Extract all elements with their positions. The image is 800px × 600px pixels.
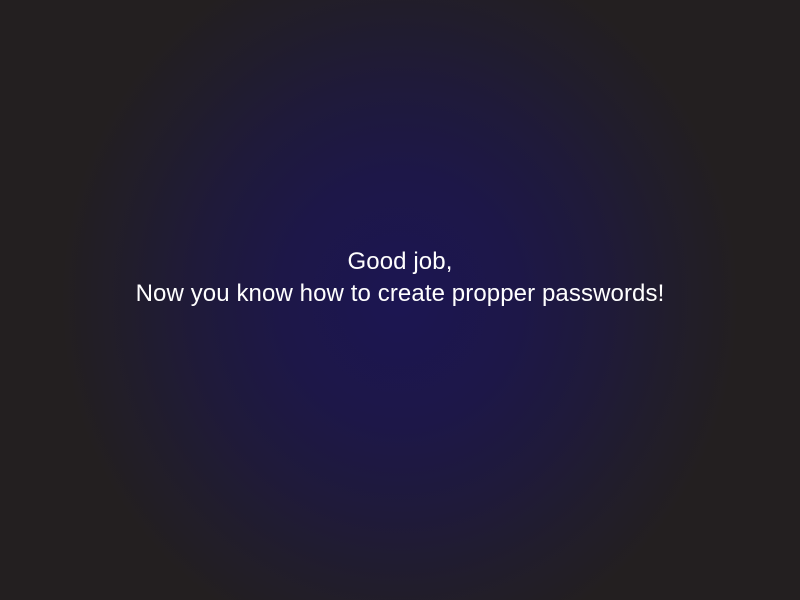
completion-message: Good job, Now you know how to create pro… bbox=[0, 246, 800, 310]
completion-screen: Good job, Now you know how to create pro… bbox=[0, 0, 800, 600]
message-line-body: Now you know how to create propper passw… bbox=[135, 280, 665, 307]
message-line-greeting: Good job, bbox=[347, 248, 453, 275]
